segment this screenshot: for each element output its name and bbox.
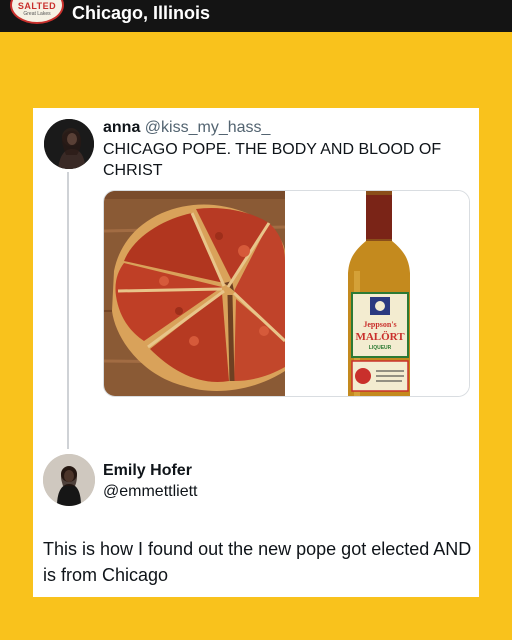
bottle-name-text: MALÖRT xyxy=(355,330,405,343)
thread-line xyxy=(67,172,69,449)
tweet2-author-name[interactable]: Emily Hofer xyxy=(103,461,192,480)
bottle-type-text: LIQUEUR xyxy=(369,345,392,351)
tweet2-author-handle[interactable]: @emmettliett xyxy=(103,482,197,501)
logo-subtext: Great Lakes xyxy=(23,11,51,17)
avatar-emily[interactable] xyxy=(43,454,95,506)
tweet1-author-handle[interactable]: @kiss_my_hass_ xyxy=(145,119,271,136)
logo-text: SALTED xyxy=(17,1,57,11)
brand-logo[interactable]: SALTED Great Lakes xyxy=(10,0,64,24)
pizza-image xyxy=(104,191,287,396)
tweet1-text: CHICAGO POPE. THE BODY AND BLOOD OF CHRI… xyxy=(103,141,442,179)
tweet1-author-name[interactable]: anna xyxy=(103,119,140,136)
tweet-card: anna @kiss_my_hass_ CHICAGO POPE. THE BO… xyxy=(33,108,479,597)
tweet1-header: anna @kiss_my_hass_ xyxy=(103,118,270,137)
bottle-brand-text: Jeppson's xyxy=(363,320,396,329)
tweet2-text: This is how I found out the new pope got… xyxy=(43,539,472,585)
avatar-anna[interactable] xyxy=(44,119,94,169)
location-label[interactable]: Chicago, Illinois xyxy=(72,3,210,23)
top-bar: SALTED Great Lakes Chicago, Illinois xyxy=(0,0,512,32)
tweet1-media[interactable]: Jeppson's MALÖRT LIQUEUR xyxy=(103,190,470,397)
malort-bottle-image: Jeppson's MALÖRT LIQUEUR xyxy=(287,191,469,396)
